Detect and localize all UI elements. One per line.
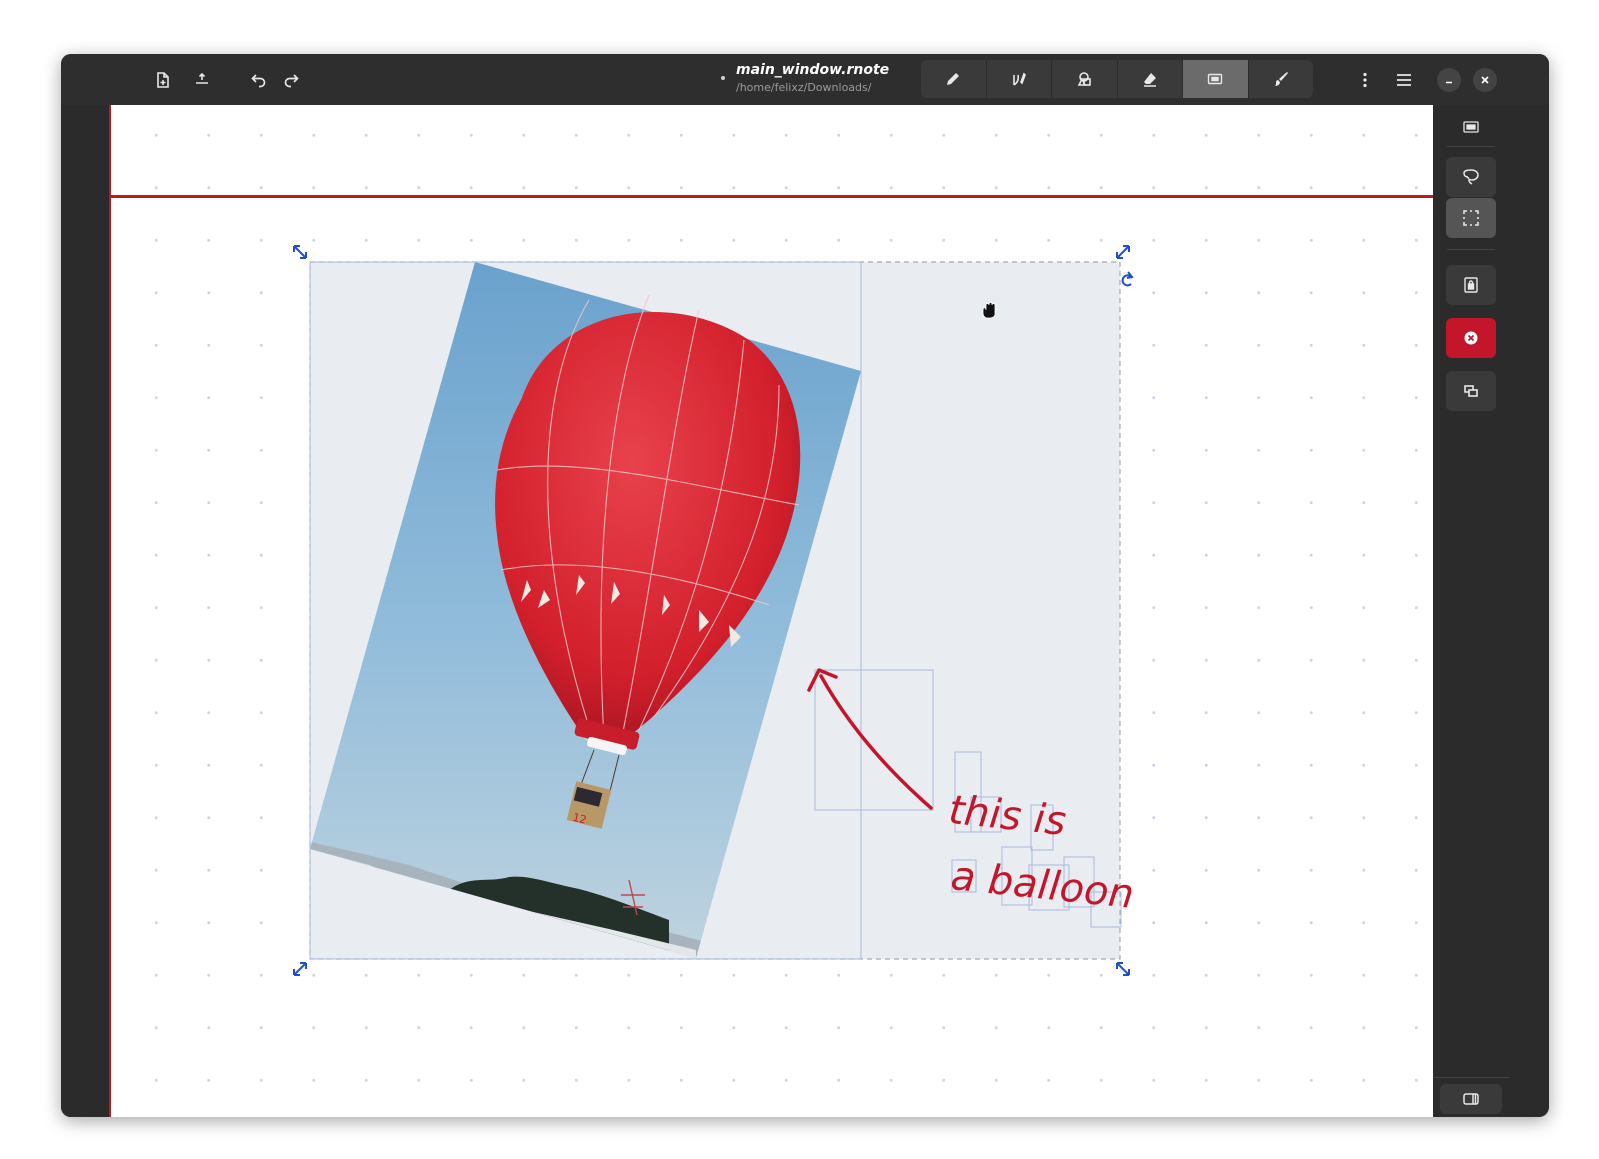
resize-handle-bottom-right[interactable] <box>1116 962 1130 976</box>
tool-typewriter[interactable] <box>1052 60 1118 98</box>
tool-selector[interactable] <box>1183 60 1249 98</box>
rotate-handle[interactable] <box>1121 271 1134 287</box>
tool-pen[interactable] <box>921 60 987 98</box>
tool-switcher <box>921 60 1313 98</box>
new-document-button[interactable] <box>147 64 179 96</box>
minimize-button[interactable] <box>1437 68 1461 92</box>
toggle-sidebar-button[interactable] <box>1440 1084 1502 1114</box>
delete-selection-button[interactable] <box>1446 318 1496 358</box>
more-options-icon <box>1363 72 1367 88</box>
resize-handle-bottom-left[interactable] <box>293 962 307 976</box>
close-button[interactable] <box>1473 68 1497 92</box>
rectangle-select-icon <box>1463 210 1479 226</box>
selector-icon <box>1208 73 1223 85</box>
undo-button[interactable] <box>243 64 275 96</box>
duplicate-selection-icon <box>1464 385 1478 397</box>
lasso-select-button[interactable] <box>1446 157 1496 197</box>
tool-shaper[interactable] <box>987 60 1052 98</box>
app-window: main_window.rnote /home/felixz/Downloads… <box>61 54 1549 1117</box>
tool-eraser[interactable] <box>1118 60 1183 98</box>
shaper-icon <box>1012 72 1026 86</box>
eraser-icon <box>1143 73 1156 87</box>
export-icon <box>196 72 208 84</box>
header-bar: main_window.rnote /home/felixz/Downloads… <box>61 54 1549 105</box>
shapes-icon <box>1077 72 1092 86</box>
panel-separator <box>1447 249 1495 250</box>
duplicate-selection-button[interactable] <box>1446 371 1496 411</box>
drawing-canvas[interactable]: 12 this is a balloon <box>109 105 1433 1117</box>
lock-select-icon <box>1464 277 1478 293</box>
brush-icon <box>1274 72 1288 86</box>
undo-icon <box>251 74 266 88</box>
left-margin <box>61 105 109 1117</box>
delete-selection-icon <box>1464 331 1478 345</box>
document-path: /home/felixz/Downloads/ <box>736 81 872 94</box>
main-menu-button[interactable] <box>1388 64 1420 96</box>
resize-handle-top-left[interactable] <box>293 245 307 259</box>
close-icon <box>1481 76 1489 84</box>
lasso-icon <box>1463 169 1479 185</box>
main-menu-icon <box>1397 74 1411 86</box>
new-document-icon <box>157 72 169 88</box>
minimize-icon <box>1446 81 1452 84</box>
tool-brush[interactable] <box>1249 60 1314 98</box>
resize-handle-top-right[interactable] <box>1116 245 1130 259</box>
redo-icon <box>284 74 299 88</box>
panel-separator <box>1433 1077 1509 1078</box>
unsaved-indicator <box>721 76 725 80</box>
export-button[interactable] <box>186 64 218 96</box>
selector-mode-button[interactable] <box>1446 107 1496 147</box>
selector-mode-icon <box>1463 121 1479 133</box>
more-options-button[interactable] <box>1349 64 1381 96</box>
panel-separator <box>1447 146 1495 147</box>
canvas-content: 12 this is a balloon <box>293 245 1136 976</box>
toggle-sidebar-icon <box>1463 1093 1479 1105</box>
lock-select-button[interactable] <box>1446 265 1496 305</box>
rectangle-select-button[interactable] <box>1446 198 1496 238</box>
selector-side-panel <box>1433 105 1509 1117</box>
pencil-icon <box>947 73 960 85</box>
redo-button[interactable] <box>275 64 307 96</box>
document-title: main_window.rnote <box>736 62 890 78</box>
